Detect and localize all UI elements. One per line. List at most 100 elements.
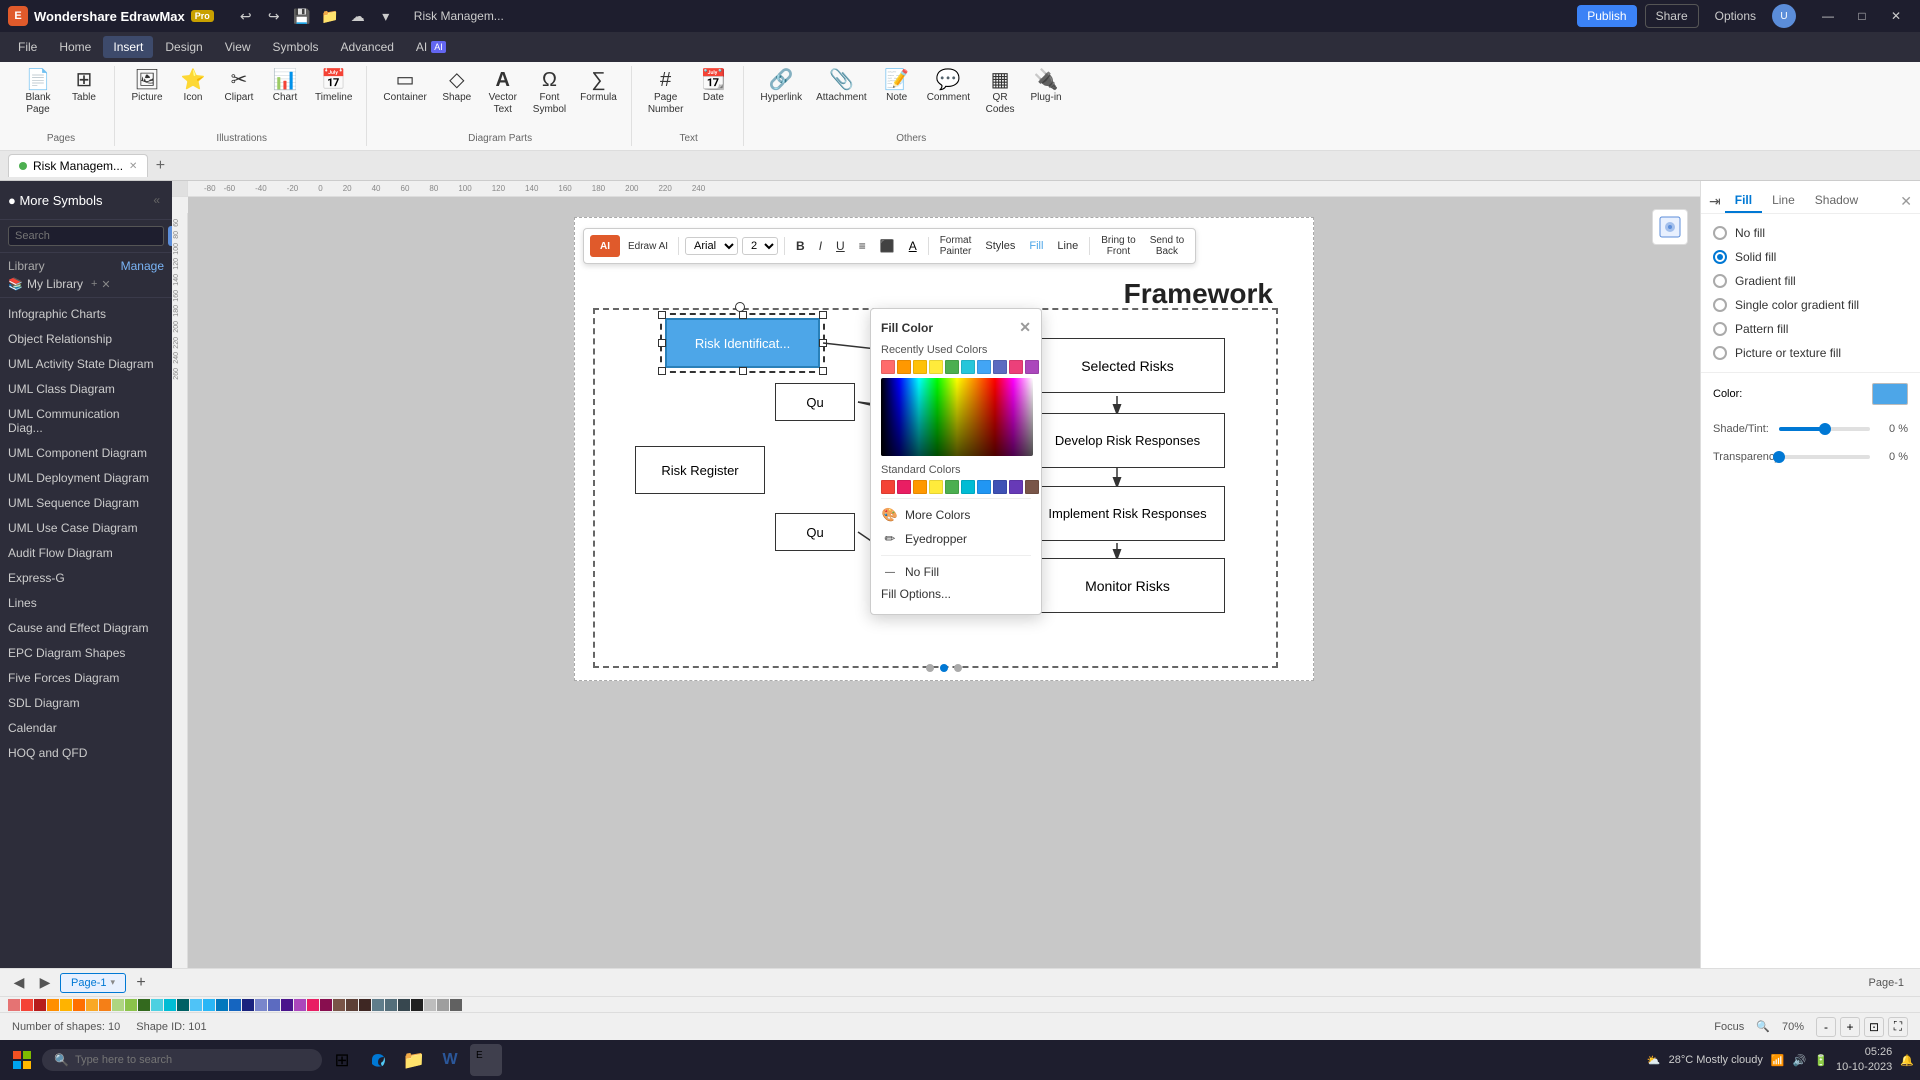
shade-slider[interactable] bbox=[1779, 427, 1870, 431]
std-color-3[interactable] bbox=[913, 480, 927, 494]
std-color-7[interactable] bbox=[977, 480, 991, 494]
notifications-icon[interactable]: 🔔 bbox=[1900, 1054, 1914, 1067]
align-btn[interactable]: ≡ bbox=[854, 237, 871, 255]
no-fill-row[interactable]: — No Fill bbox=[881, 560, 1031, 584]
ribbon-note[interactable]: 📝 Note bbox=[875, 66, 919, 108]
recent-color-1[interactable] bbox=[881, 360, 895, 374]
std-color-8[interactable] bbox=[993, 480, 1007, 494]
document-tab[interactable]: Risk Managem... ✕ bbox=[8, 154, 148, 177]
page-tab-1[interactable]: Page-1 ▾ bbox=[60, 973, 126, 993]
symbol-uml-component[interactable]: UML Component Diagram ✕ bbox=[0, 441, 172, 465]
symbol-calendar[interactable]: Calendar ✕ bbox=[0, 716, 172, 740]
ribbon-icon[interactable]: ⭐ Icon bbox=[171, 66, 215, 108]
close-btn[interactable]: ✕ bbox=[1880, 6, 1912, 26]
ribbon-picture[interactable]: 🖼 Picture bbox=[125, 66, 169, 108]
symbol-hoq-qfd[interactable]: HOQ and QFD ✕ bbox=[0, 741, 172, 765]
symbol-uml-use-case[interactable]: UML Use Case Diagram ✕ bbox=[0, 516, 172, 540]
palette-swatch[interactable] bbox=[346, 999, 358, 1011]
ribbon-plug-in[interactable]: 🔌 Plug-in bbox=[1024, 66, 1068, 108]
italic-btn[interactable]: I bbox=[814, 237, 827, 255]
fill-options-row[interactable]: Fill Options... bbox=[881, 584, 1031, 604]
palette-swatch[interactable] bbox=[216, 999, 228, 1011]
symbol-uml-deployment[interactable]: UML Deployment Diagram ✕ bbox=[0, 466, 172, 490]
canvas-scroll[interactable]: AI Edraw AI Arial 24 B I U ≡ bbox=[188, 197, 1700, 968]
fill-btn[interactable]: Fill bbox=[1024, 238, 1048, 254]
ribbon-table[interactable]: ⊞ Table bbox=[62, 66, 106, 108]
radio-single-gradient[interactable] bbox=[1713, 298, 1727, 312]
palette-swatch[interactable] bbox=[112, 999, 124, 1011]
fill-option-picture[interactable]: Picture or texture fill bbox=[1713, 346, 1908, 360]
line-btn[interactable]: Line bbox=[1052, 238, 1083, 254]
options-button[interactable]: Options bbox=[1707, 5, 1764, 27]
symbol-cause-effect[interactable]: Cause and Effect Diagram ✕ bbox=[0, 616, 172, 640]
gradient-palette[interactable] bbox=[881, 378, 1033, 456]
palette-swatch[interactable] bbox=[21, 999, 33, 1011]
palette-swatch[interactable] bbox=[281, 999, 293, 1011]
palette-swatch[interactable] bbox=[73, 999, 85, 1011]
ribbon-attachment[interactable]: 📎 Attachment bbox=[810, 66, 873, 108]
user-avatar[interactable]: U bbox=[1772, 4, 1796, 28]
radio-no-fill[interactable] bbox=[1713, 226, 1727, 240]
palette-swatch[interactable] bbox=[307, 999, 319, 1011]
palette-swatch[interactable] bbox=[177, 999, 189, 1011]
bold-btn[interactable]: B bbox=[791, 237, 810, 255]
palette-swatch[interactable] bbox=[203, 999, 215, 1011]
search-input[interactable] bbox=[8, 226, 164, 246]
palette-swatch[interactable] bbox=[424, 999, 436, 1011]
palette-swatch[interactable] bbox=[385, 999, 397, 1011]
cloud-btn[interactable]: ☁ bbox=[346, 4, 370, 28]
risk-identification-shape[interactable]: Risk Identificat... bbox=[665, 318, 820, 368]
palette-swatch[interactable] bbox=[99, 999, 111, 1011]
recent-color-9[interactable] bbox=[1009, 360, 1023, 374]
start-button[interactable] bbox=[6, 1044, 38, 1076]
implement-risk-responses-shape[interactable]: Implement Risk Responses bbox=[1030, 486, 1225, 541]
nav-pages-left[interactable]: ◀ bbox=[8, 972, 30, 994]
open-btn[interactable]: 📁 bbox=[318, 4, 342, 28]
std-color-9[interactable] bbox=[1009, 480, 1023, 494]
risk-register-shape[interactable]: Risk Register bbox=[635, 446, 765, 494]
menu-advanced[interactable]: Advanced bbox=[331, 36, 404, 58]
ribbon-clipart[interactable]: ✂ Clipart bbox=[217, 66, 261, 108]
ribbon-hyperlink[interactable]: 🔗 Hyperlink bbox=[754, 66, 808, 108]
palette-swatch[interactable] bbox=[190, 999, 202, 1011]
recent-color-3[interactable] bbox=[913, 360, 927, 374]
zoom-in-btn[interactable]: + bbox=[1840, 1017, 1860, 1037]
ribbon-chart[interactable]: 📊 Chart bbox=[263, 66, 307, 108]
palette-swatch[interactable] bbox=[437, 999, 449, 1011]
ribbon-blank-page[interactable]: 📄 BlankPage bbox=[16, 66, 60, 120]
std-color-1[interactable] bbox=[881, 480, 895, 494]
symbol-uml-communication[interactable]: UML Communication Diag... ✕ bbox=[0, 402, 172, 440]
symbol-uml-sequence[interactable]: UML Sequence Diagram ✕ bbox=[0, 491, 172, 515]
ribbon-qr-codes[interactable]: ▦ QRCodes bbox=[978, 66, 1022, 120]
taskbar-active-app-btn[interactable]: E bbox=[470, 1044, 502, 1076]
send-back-btn[interactable]: Send toBack bbox=[1145, 233, 1189, 259]
symbol-express-g[interactable]: Express-G ✕ bbox=[0, 566, 172, 590]
palette-swatch[interactable] bbox=[138, 999, 150, 1011]
font-size-select[interactable]: 24 bbox=[742, 237, 778, 255]
new-tab-button[interactable]: + bbox=[148, 154, 172, 178]
font-select[interactable]: Arial bbox=[685, 237, 738, 255]
publish-button[interactable]: Publish bbox=[1577, 5, 1636, 27]
symbol-infographic-charts[interactable]: Infographic Charts ✕ bbox=[0, 302, 172, 326]
menu-ai[interactable]: AI AI bbox=[406, 36, 456, 58]
palette-swatch[interactable] bbox=[164, 999, 176, 1011]
palette-swatch[interactable] bbox=[268, 999, 280, 1011]
bring-front-btn[interactable]: Bring toFront bbox=[1096, 233, 1140, 259]
styles-btn[interactable]: Styles bbox=[980, 238, 1020, 254]
redo-btn[interactable]: ↪ bbox=[262, 4, 286, 28]
zoom-out-btn[interactable]: - bbox=[1816, 1017, 1836, 1037]
symbol-uml-class[interactable]: UML Class Diagram ✕ bbox=[0, 377, 172, 401]
symbol-uml-activity[interactable]: UML Activity State Diagram ✕ bbox=[0, 352, 172, 376]
symbol-lines[interactable]: Lines ✕ bbox=[0, 591, 172, 615]
focus-btn[interactable]: Focus bbox=[1714, 1021, 1744, 1033]
fill-option-gradient[interactable]: Gradient fill bbox=[1713, 274, 1908, 288]
palette-swatch[interactable] bbox=[359, 999, 371, 1011]
selected-risks-shape[interactable]: Selected Risks bbox=[1030, 338, 1225, 393]
save-btn[interactable]: 💾 bbox=[290, 4, 314, 28]
recent-color-10[interactable] bbox=[1025, 360, 1039, 374]
menu-design[interactable]: Design bbox=[155, 36, 212, 58]
monitor-risks-shape[interactable]: Monitor Risks bbox=[1030, 558, 1225, 613]
maximize-btn[interactable]: □ bbox=[1846, 6, 1878, 26]
taskbar-search-bar[interactable]: 🔍 bbox=[42, 1049, 322, 1071]
palette-swatch[interactable] bbox=[320, 999, 332, 1011]
